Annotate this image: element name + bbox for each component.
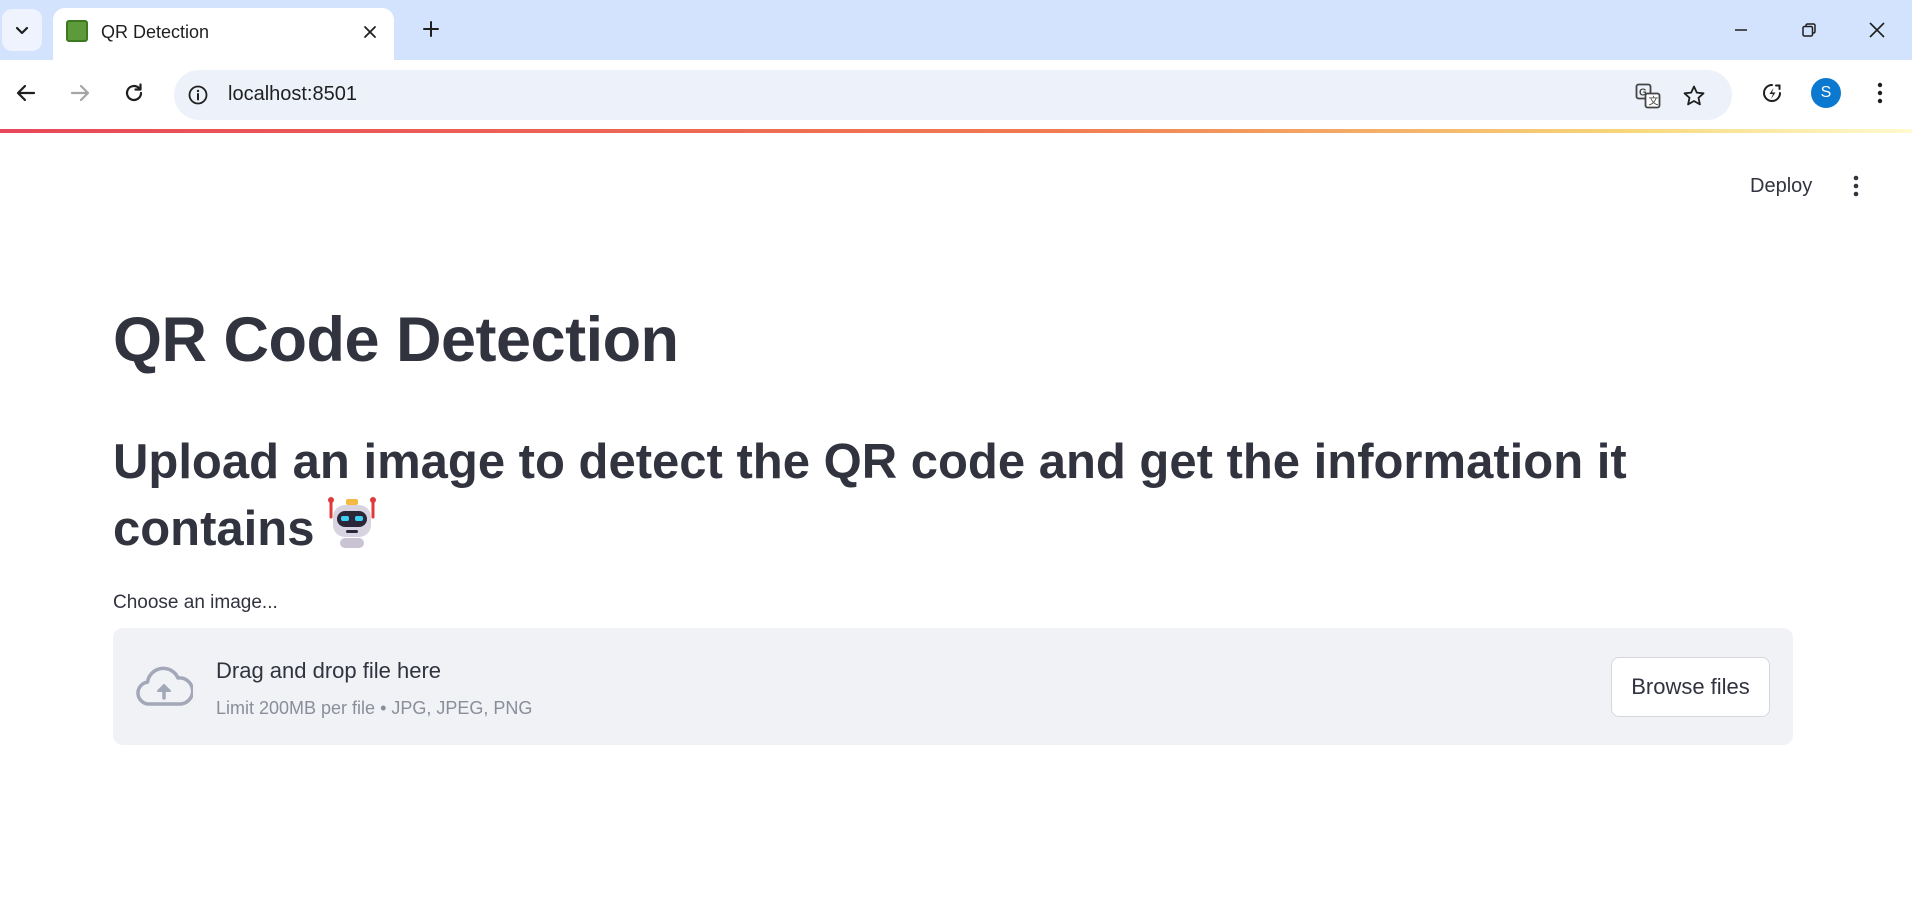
robot-emoji-icon	[328, 497, 377, 548]
minimize-icon	[1735, 29, 1747, 31]
site-info-button[interactable]	[186, 83, 210, 107]
page-subtitle: Upload an image to detect the QR code an…	[113, 430, 1733, 562]
window-close-button[interactable]	[1856, 10, 1898, 50]
favicon-book-icon	[66, 20, 88, 42]
translate-icon: G 文	[1635, 83, 1661, 109]
window-close-icon	[1869, 22, 1885, 38]
browser-menu-button[interactable]	[1860, 73, 1900, 113]
back-button[interactable]	[6, 73, 46, 113]
close-icon	[364, 26, 376, 38]
bookmark-button[interactable]	[1680, 82, 1708, 110]
star-icon	[1683, 85, 1705, 106]
dropzone-title: Drag and drop file here	[216, 658, 442, 683]
tab-close-button[interactable]	[358, 20, 382, 44]
restore-button[interactable]	[1788, 10, 1830, 50]
browser-toolbar: localhost:8501 G 文 S	[0, 60, 1912, 129]
cloud-upload-icon	[136, 666, 193, 706]
file-dropzone[interactable]: Drag and drop file here Limit 200MB per …	[113, 628, 1793, 745]
url-text[interactable]: localhost:8501	[228, 83, 357, 106]
browser-tab[interactable]: QR Detection	[53, 8, 394, 60]
tab-search-button[interactable]	[2, 9, 42, 51]
app-menu-button[interactable]	[1838, 166, 1874, 206]
tab-title: QR Detection	[101, 22, 210, 42]
new-tab-button[interactable]	[414, 12, 448, 46]
address-bar[interactable]: localhost:8501 G 文	[174, 70, 1732, 120]
deploy-button[interactable]: Deploy	[1736, 166, 1826, 206]
forward-button[interactable]	[60, 73, 100, 113]
minimize-button[interactable]	[1720, 10, 1762, 50]
avatar: S	[1811, 78, 1841, 108]
reload-icon	[125, 83, 143, 102]
kebab-menu-icon	[1877, 82, 1883, 104]
kebab-menu-icon	[1853, 175, 1859, 197]
profile-button[interactable]: S	[1806, 73, 1846, 113]
translate-button[interactable]: G 文	[1634, 82, 1662, 110]
browse-files-button[interactable]: Browse files	[1611, 657, 1770, 717]
page-title: QR Code Detection	[113, 305, 679, 375]
dropzone-limit-text: Limit 200MB per file • JPG, JPEG, PNG	[216, 698, 533, 718]
forward-icon	[70, 84, 90, 102]
browser-tab-strip: QR Detection	[0, 0, 1912, 60]
site-info-icon	[188, 85, 208, 105]
plus-icon	[423, 21, 439, 37]
uploader-label: Choose an image...	[113, 592, 278, 613]
performance-icon	[1763, 84, 1781, 102]
svg-text:文: 文	[1649, 95, 1659, 108]
restore-icon	[1802, 23, 1816, 37]
page-loading-bar	[0, 129, 1912, 133]
reload-button[interactable]	[114, 73, 154, 113]
performance-button[interactable]	[1752, 73, 1792, 113]
tab-search-icon	[15, 26, 29, 35]
back-icon	[16, 84, 36, 102]
